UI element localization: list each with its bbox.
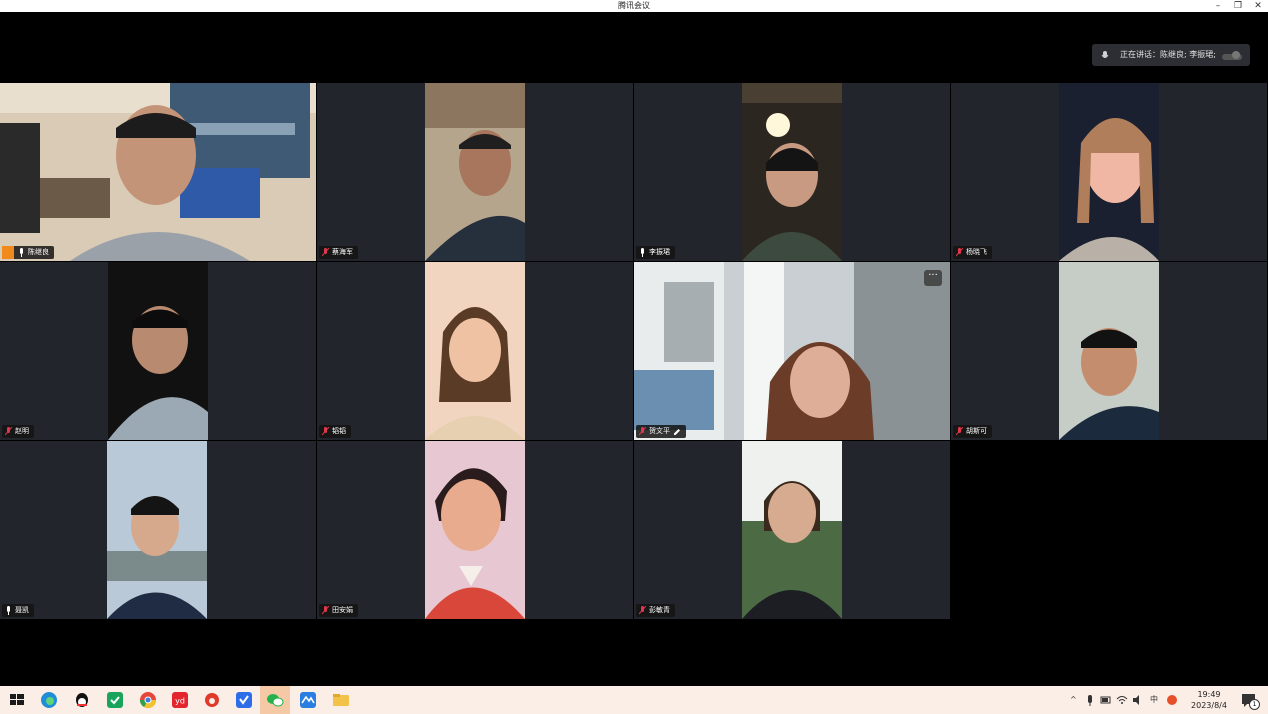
participant-nametag: 陈继良 [2,246,54,259]
close-button[interactable]: ✕ [1248,0,1268,12]
participant-tile-9[interactable]: 聂凯 [0,441,316,619]
participant-nametag: 胡斯可 [953,425,992,438]
participant-video [634,262,950,440]
edge-icon[interactable] [40,691,58,709]
weibo-icon[interactable] [203,691,221,709]
participant-video [425,441,525,619]
audio-level-icon [1222,51,1242,60]
wechat-icon[interactable] [266,691,284,709]
participant-video [425,83,525,261]
muted-microphone-icon [322,427,329,436]
clock-time: 19:49 [1197,690,1221,699]
host-icon [2,246,14,259]
participant-nametag: 贺文平 [636,425,686,438]
participant-nametag: 蔡海军 [319,246,358,259]
participant-tile-4[interactable]: 杨晓飞 [951,83,1267,261]
participant-tile-2[interactable]: 蔡海军 [317,83,633,261]
window-titlebar: 腾讯会议 – ❐ ✕ [0,0,1268,12]
speaking-label: 正在讲话：陈继良; 李振珺; [1120,50,1216,59]
microphone-icon[interactable] [1084,691,1096,709]
clock-date: 2023/8/4 [1191,701,1227,710]
notification-badge: 1 [1249,699,1260,710]
muted-microphone-icon [639,427,646,436]
muted-microphone-icon [5,427,12,436]
microphone-icon [1101,51,1109,58]
participant-nametag: 韬韬 [319,425,351,438]
youdao-icon[interactable]: yd [171,691,189,709]
green-app-icon[interactable] [106,691,124,709]
meeting-icon[interactable] [299,691,317,709]
participant-name: 赵明 [15,427,29,435]
participant-tile-10[interactable]: 田安娟 [317,441,633,619]
muted-microphone-icon [956,427,963,436]
battery-icon[interactable] [1100,691,1112,709]
participant-name: 聂凯 [15,606,29,614]
participant-name: 韬韬 [332,427,346,435]
participant-video [742,83,842,261]
participant-tile-3[interactable]: 李振珺 [634,83,950,261]
participant-name: 杨晓飞 [966,248,987,256]
tencent-docs-icon[interactable] [235,691,253,709]
participant-name: 陈继良 [28,248,49,256]
window-title: 腾讯会议 [618,1,650,10]
wifi-icon[interactable] [1116,691,1128,709]
more-options-button[interactable]: ··· [924,270,942,286]
chrome-icon[interactable] [139,691,157,709]
svg-text:yd: yd [175,697,185,706]
participant-name: 贺文平 [649,427,670,435]
participant-tile-8[interactable]: 胡斯可 [951,262,1267,440]
start-icon[interactable] [8,691,26,709]
explorer-icon[interactable] [332,691,350,709]
muted-microphone-icon [639,606,646,615]
edit-icon[interactable] [673,428,681,436]
participant-nametag: 杨晓飞 [953,246,992,259]
participant-nametag: 赵明 [2,425,34,438]
input-method-indicator[interactable]: 中 [1150,686,1158,714]
participant-name: 胡斯可 [966,427,987,435]
muted-microphone-icon [956,248,963,257]
microphone-icon [641,248,644,257]
windows-taskbar: yd ^ 中 19:49 2023/8/4 1 [0,686,1268,714]
participant-tile-7[interactable]: ··· 贺文平 [634,262,950,440]
speaking-indicator: 正在讲话：陈继良; 李振珺; [1092,44,1250,66]
muted-microphone-icon [322,606,329,615]
participant-video [0,83,316,261]
participant-name: 田安娟 [332,606,353,614]
participant-video [107,441,207,619]
qq-icon[interactable] [73,691,91,709]
participant-nametag: 李振珺 [636,246,675,259]
participant-video [108,262,208,440]
microphone-icon [7,606,10,615]
participant-name: 李振珺 [649,248,670,256]
participant-name: 蔡海军 [332,248,353,256]
chevron-up-icon[interactable]: ^ [1070,686,1077,714]
sogou-icon[interactable] [1166,691,1178,709]
clock[interactable]: 19:49 2023/8/4 [1184,689,1234,711]
participant-nametag: 聂凯 [2,604,34,617]
restore-button[interactable]: ❐ [1228,0,1248,12]
participant-tile-5[interactable]: 赵明 [0,262,316,440]
muted-microphone-icon [322,248,329,257]
microphone-icon [20,248,23,257]
volume-icon[interactable] [1132,691,1144,709]
participant-video [425,262,525,440]
participant-tile-1[interactable]: 陈继良 [0,83,316,261]
participant-tile-11[interactable]: 彭敏青 [634,441,950,619]
participant-name: 彭敏青 [649,606,670,614]
participant-video [742,441,842,619]
participant-video [1059,83,1159,261]
participant-video [1059,262,1159,440]
participant-nametag: 田安娟 [319,604,358,617]
participant-tile-6[interactable]: 韬韬 [317,262,633,440]
minimize-button[interactable]: – [1208,0,1228,12]
participant-nametag: 彭敏青 [636,604,675,617]
